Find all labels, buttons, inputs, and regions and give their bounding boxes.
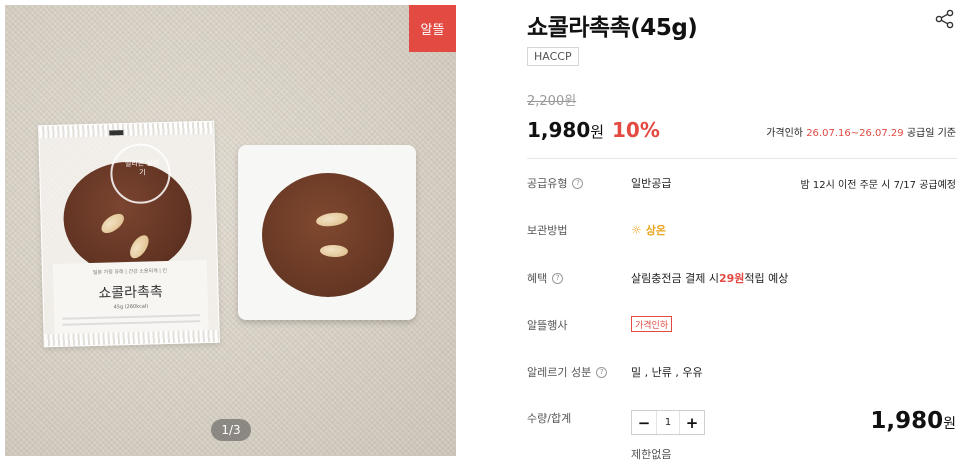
original-price: 2,200원: [527, 94, 577, 109]
price-note: 가격인하 26.07.16~26.07.29 공급일 기준: [766, 124, 956, 139]
sun-icon: ☼: [631, 223, 642, 237]
allergy-value: 밀 , 난류 , 우유: [631, 366, 703, 379]
product-image[interactable]: 일리몬 살리기 일본 가정 유래 | 건강 소용되게 | 인 쇼콜라촉촉 45g…: [5, 5, 456, 456]
sale-price: 1,980원: [527, 118, 604, 142]
discount-rate: 10%: [612, 118, 660, 142]
event-label-text: 알뜰행사: [527, 319, 568, 332]
storage-value-text: 상온: [645, 224, 667, 237]
help-circle-icon[interactable]: ?: [596, 366, 608, 378]
storage-label: 보관방법: [527, 222, 567, 238]
total-price-unit: 원: [943, 416, 956, 432]
white-plate: [238, 145, 416, 320]
purchase-limit: 제한없음: [631, 448, 672, 461]
total-price-number: 1,980: [870, 408, 944, 434]
price-note-dates: 26.07.16~26.07.29: [806, 128, 904, 139]
quantity-label: 수량/합계: [527, 410, 571, 426]
package-label-line: [62, 314, 201, 320]
event-value: 가격인하: [631, 316, 673, 332]
image-pager[interactable]: 1/3: [211, 419, 251, 441]
quantity-stepper[interactable]: − 1 +: [631, 410, 705, 435]
package-tear-notch: [109, 130, 124, 136]
benefit-amount: 29원: [718, 272, 745, 285]
cookie-package: 일리몬 살리기 일본 가정 유래 | 건강 소용되게 | 인 쇼콜라촉촉 45g…: [38, 120, 220, 348]
quantity-decrease-button[interactable]: −: [632, 411, 656, 434]
sale-price-unit: 원: [590, 123, 605, 141]
price-cut-tag: 가격인하: [631, 316, 673, 332]
benefit-value: 살림충전금 결제 시 29원 적립 예상: [631, 270, 788, 286]
supply-type-value: 일반공급: [631, 177, 672, 190]
certification-badge: HACCP: [527, 47, 579, 66]
package-label-tagline: 일본 가정 유래 | 건강 소용되게 | 인: [92, 268, 168, 276]
supply-type-label: 공급유형 ?: [527, 175, 584, 191]
storage-value: ☼ 상온: [631, 222, 666, 238]
package-label: 일본 가정 유래 | 건강 소용되게 | 인 쇼콜라촉촉 45g (260kca…: [52, 259, 209, 336]
delivery-estimate: 밤 12시 이전 주문 시 7/17 공급예정: [800, 180, 956, 191]
supply-type-label-text: 공급유형: [527, 177, 568, 190]
price-note-prefix: 가격인하: [766, 128, 807, 139]
event-label: 알뜰행사: [527, 317, 567, 333]
quantity-input[interactable]: 1: [656, 411, 680, 434]
package-label-name: 쇼콜라촉촉: [98, 284, 163, 302]
benefit-label: 혜택 ?: [527, 270, 564, 286]
package-logo-text: 일리몬 살리기: [124, 159, 160, 177]
price-note-suffix: 공급일 기준: [903, 128, 956, 139]
total-price: 1,980원: [870, 408, 956, 434]
quantity-label-text: 수량/합계: [527, 412, 572, 425]
help-circle-icon[interactable]: ?: [572, 177, 584, 189]
storage-label-text: 보관방법: [527, 224, 568, 237]
deal-badge: 알뜰: [409, 5, 456, 52]
divider: [527, 158, 957, 159]
allergy-label: 알레르기 성분 ?: [527, 364, 608, 380]
package-label-weight: 45g (260kcal): [113, 303, 149, 311]
benefit-prefix: 살림충전금 결제 시: [631, 272, 719, 285]
quantity-increase-button[interactable]: +: [680, 411, 704, 434]
sale-price-number: 1,980: [527, 118, 591, 142]
benefit-suffix: 적립 예상: [744, 272, 789, 285]
allergy-label-text: 알레르기 성분: [527, 366, 592, 379]
plated-cookie: [262, 173, 394, 297]
help-circle-icon[interactable]: ?: [552, 272, 564, 284]
product-title: 쇼콜라촉촉(45g): [527, 15, 698, 41]
package-label-line: [62, 320, 201, 326]
share-icon[interactable]: [934, 8, 956, 30]
benefit-label-text: 혜택: [527, 272, 548, 285]
package-seal-top: [39, 121, 214, 139]
